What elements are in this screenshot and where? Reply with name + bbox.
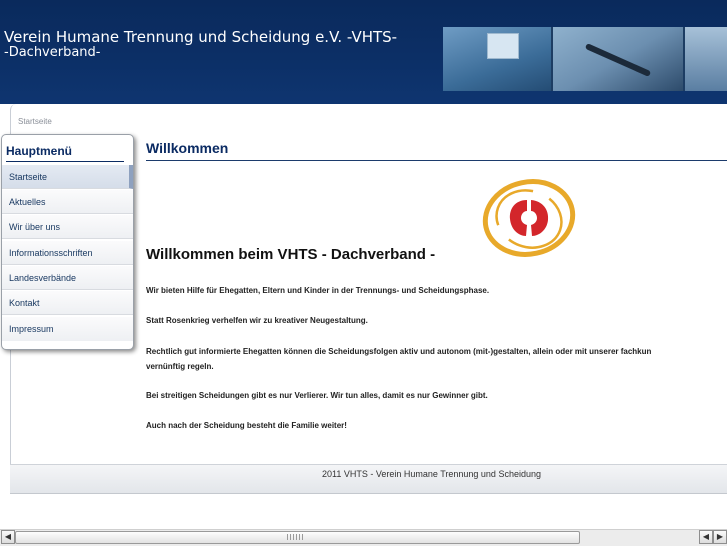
menu-item-wir-ueber-uns[interactable]: Wir über uns: [2, 215, 133, 239]
paragraph-rosenkrieg: Statt Rosenkrieg verhelfen wir zu kreati…: [146, 316, 368, 325]
welcome-heading: Willkommen beim VHTS - Dachverband -: [146, 246, 436, 263]
footer-copyright: 2011 VHTS - Verein Humane Trennung und S…: [322, 469, 541, 479]
page-heading: Willkommen: [146, 140, 229, 156]
breadcrumb[interactable]: Startseite: [18, 117, 52, 126]
scroll-right-icon[interactable]: ▶: [713, 530, 727, 544]
paragraph-informed: Rechtlich gut informierte Ehegatten könn…: [146, 347, 652, 356]
menu-title: Hauptmenü: [6, 144, 72, 158]
menu-item-impressum[interactable]: Impressum: [2, 317, 133, 341]
main-menu: Hauptmenü Startseite Aktuelles Wir über …: [1, 134, 134, 350]
paragraph-disputes: Bei streitigen Scheidungen gibt es nur V…: [146, 391, 488, 400]
paragraph-informed-cont: vernünftig regeln.: [146, 362, 214, 371]
menu-item-aktuelles[interactable]: Aktuelles: [2, 190, 133, 214]
menu-item-informationsschriften[interactable]: Informationsschriften: [2, 241, 133, 265]
heading-divider: [146, 160, 727, 161]
menu-item-kontakt[interactable]: Kontakt: [2, 291, 133, 315]
menu-divider: [6, 161, 124, 162]
scroll-left-icon[interactable]: ◀: [1, 530, 15, 544]
menu-item-landesverbaende[interactable]: Landesverbände: [2, 266, 133, 290]
vhts-logo: [482, 179, 576, 257]
paragraph-family: Auch nach der Scheidung besteht die Fami…: [146, 421, 347, 430]
paragraph-help: Wir bieten Hilfe für Ehegatten, Eltern u…: [146, 286, 490, 295]
site-title: Verein Humane Trennung und Scheidung e.V…: [4, 28, 398, 46]
menu-item-startseite[interactable]: Startseite: [2, 165, 133, 189]
scrollbar-grip-icon: [287, 534, 303, 540]
site-subtitle: -Dachverband-: [4, 45, 101, 60]
site-header: Verein Humane Trennung und Scheidung e.V…: [0, 0, 727, 104]
scroll-left-icon-right-group[interactable]: ◀: [699, 530, 713, 544]
header-banner-image: [443, 27, 727, 91]
